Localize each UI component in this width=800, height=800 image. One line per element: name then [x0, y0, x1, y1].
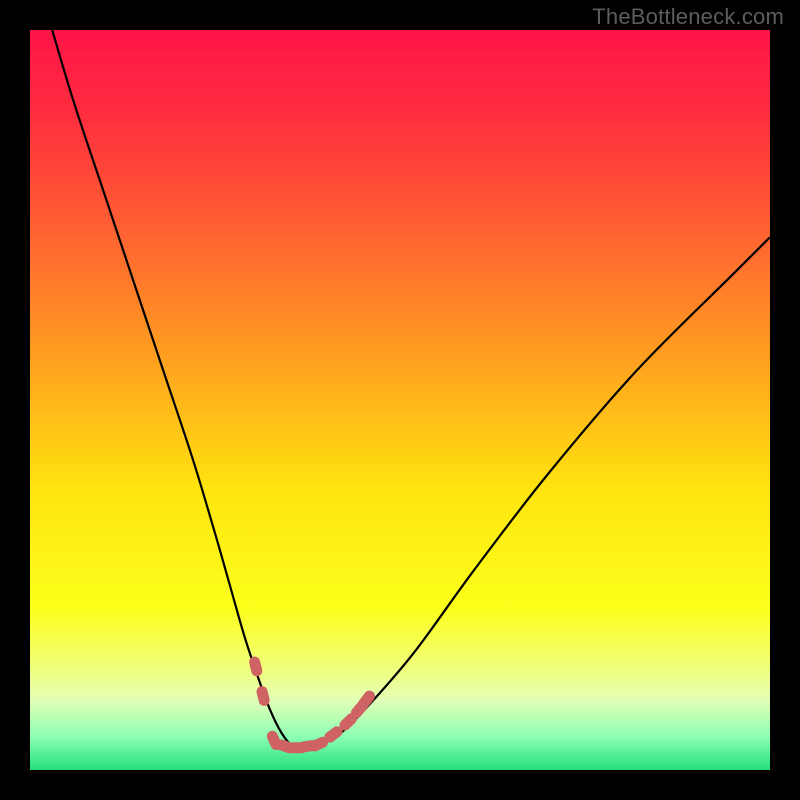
outer-frame: TheBottleneck.com [0, 0, 800, 800]
watermark-text: TheBottleneck.com [592, 4, 784, 30]
gradient-background [30, 30, 770, 770]
chart-svg [30, 30, 770, 770]
plot-area [30, 30, 770, 770]
